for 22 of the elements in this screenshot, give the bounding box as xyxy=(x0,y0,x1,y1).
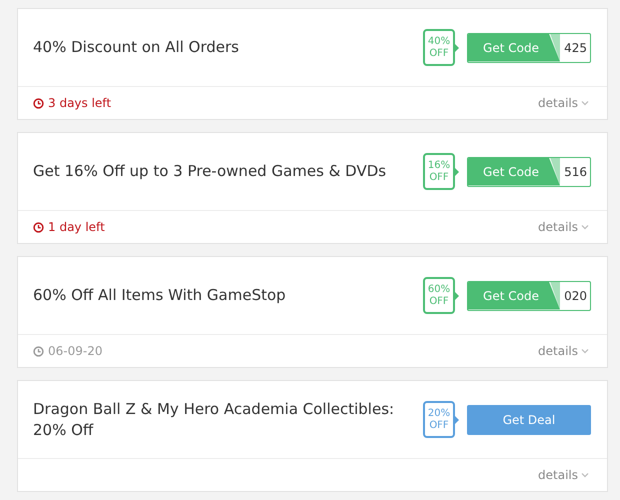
details-link[interactable]: details xyxy=(538,344,589,358)
offer-title: 40% Discount on All Orders xyxy=(33,37,239,58)
expiry-text: 1 day left xyxy=(48,220,105,234)
offer-title: Dragon Ball Z & My Hero Academia Collectibles: 20% Off xyxy=(33,398,396,440)
get-deal-button[interactable]: Get Deal xyxy=(467,404,591,434)
expiry-text: 06-09-20 xyxy=(48,344,102,358)
offer-title: Get 16% Off up to 3 Pre-owned Games & DVDs xyxy=(33,161,386,182)
chevron-down-icon xyxy=(581,472,589,478)
clock-icon xyxy=(33,222,44,232)
clock-icon xyxy=(33,98,44,108)
clock-icon xyxy=(33,346,44,356)
details-link[interactable]: details xyxy=(538,96,589,110)
chevron-down-icon xyxy=(581,348,589,354)
code-reveal-button[interactable]: Get Code 425 xyxy=(467,32,591,62)
details-link[interactable]: details xyxy=(538,468,589,482)
expiry-text: 3 days left xyxy=(48,96,112,110)
details-link[interactable]: details xyxy=(538,220,589,234)
offer-title: 60% Off All Items With GameStop xyxy=(33,285,286,306)
code-reveal-button[interactable]: Get Code 516 xyxy=(467,156,591,186)
chevron-down-icon xyxy=(581,224,589,230)
code-reveal-button[interactable]: Get Code 020 xyxy=(467,280,591,310)
chevron-down-icon xyxy=(581,100,589,106)
